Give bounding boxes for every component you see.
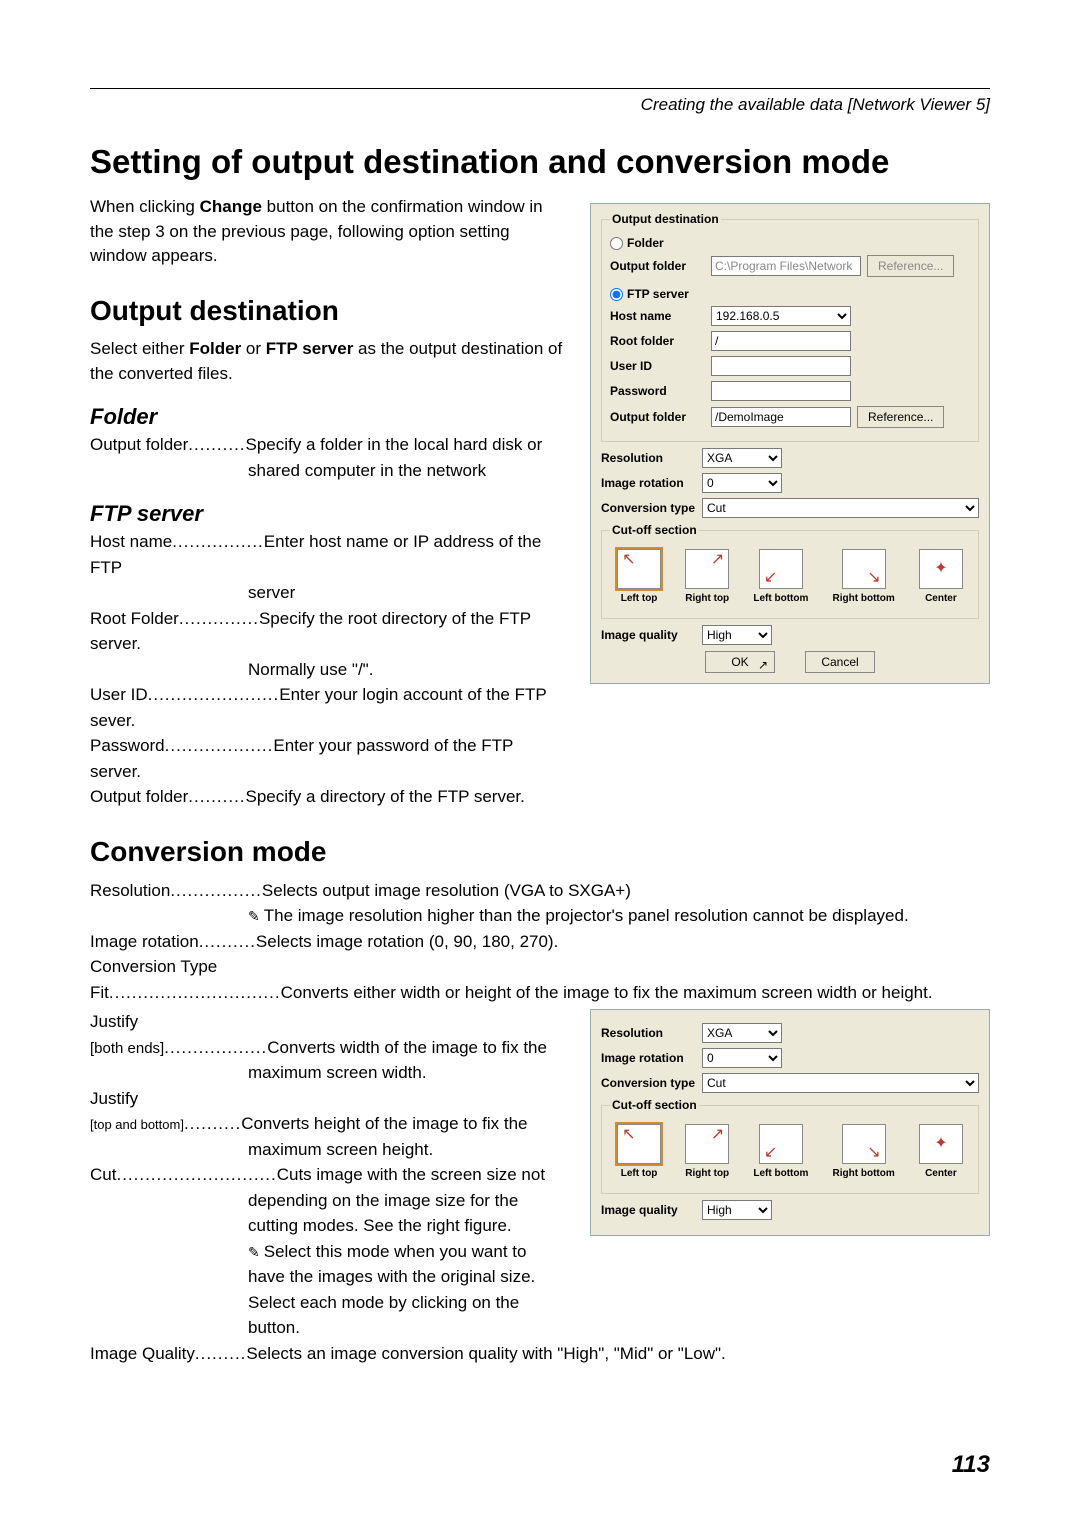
convtype-select[interactable]: Cut — [702, 498, 979, 518]
settings-dialog-partial: Resolution XGA Image rotation 0 Conversi… — [590, 1009, 990, 1236]
conversion-definitions-3: Image Quality.........Selects an image c… — [90, 1341, 990, 1367]
output-folder-field — [711, 256, 861, 276]
ok-button[interactable]: OK — [705, 651, 775, 673]
arrow-icon: ↗ — [711, 552, 724, 568]
label-output-folder: Output folder — [610, 259, 705, 273]
userid-field[interactable] — [711, 356, 851, 376]
label-userid: User ID — [610, 359, 705, 373]
arrow-icon: ✦ — [934, 561, 947, 577]
radio-folder[interactable]: Folder — [610, 236, 970, 250]
quality-select-2[interactable]: High — [702, 1200, 772, 1220]
resolution-select[interactable]: XGA — [702, 448, 782, 468]
cutoff-left-top-2[interactable]: ↖ Left top — [617, 1124, 661, 1179]
intro-paragraph: When clicking Change button on the confi… — [90, 195, 568, 269]
label-resolution-2: Resolution — [601, 1026, 696, 1040]
arrow-icon: ✦ — [934, 1136, 947, 1152]
rotation-select[interactable]: 0 — [702, 473, 782, 493]
arrow-icon: ↖ — [622, 1127, 635, 1143]
arrow-icon: ↙ — [764, 570, 777, 586]
label-quality: Image quality — [601, 628, 696, 642]
output-paragraph: Select either Folder or FTP server as th… — [90, 337, 568, 386]
h3-ftp: FTP server — [90, 501, 568, 527]
arrow-icon: ↙ — [764, 1145, 777, 1161]
quality-select[interactable]: High — [702, 625, 772, 645]
folder-definition: Output folder..........Specify a folder … — [90, 432, 568, 483]
label-root: Root folder — [610, 334, 705, 348]
cutoff-group: Cut-off section ↖ Left top ↗ Right top ↙… — [601, 523, 979, 619]
arrow-icon: ↘ — [867, 1145, 880, 1161]
cutoff-right-top-2[interactable]: ↗ Right top — [685, 1124, 729, 1179]
cutoff-legend-2: Cut-off section — [610, 1098, 699, 1112]
note-cut: Select this mode when you want to have t… — [90, 1239, 568, 1341]
label-rotation-2: Image rotation — [601, 1051, 696, 1065]
label-host: Host name — [610, 309, 705, 323]
output-folder2-field[interactable] — [711, 407, 851, 427]
cutoff-legend: Cut-off section — [610, 523, 699, 537]
host-name-field[interactable]: 192.168.0.5 — [711, 306, 851, 326]
arrow-icon: ↗ — [711, 1127, 724, 1143]
h3-folder: Folder — [90, 404, 568, 430]
page-header: Creating the available data [Network Vie… — [90, 95, 990, 115]
radio-ftp[interactable]: FTP server — [610, 287, 970, 301]
radio-ftp-input[interactable] — [610, 288, 623, 301]
root-folder-field[interactable] — [711, 331, 851, 351]
conversion-definitions: Resolution................Selects output… — [90, 878, 990, 1006]
reference-button-2[interactable]: Reference... — [857, 406, 944, 428]
cutoff-right-top[interactable]: ↗ Right top — [685, 549, 729, 604]
label-output-folder2: Output folder — [610, 410, 705, 424]
cancel-button[interactable]: Cancel — [805, 651, 875, 673]
reference-button-1: Reference... — [867, 255, 954, 277]
radio-folder-input[interactable] — [610, 237, 623, 250]
intro-pre: When clicking — [90, 197, 200, 216]
note-resolution: The image resolution higher than the pro… — [90, 903, 990, 929]
arrow-icon: ↖ — [622, 552, 635, 568]
top-rule — [90, 88, 990, 89]
page-number: 113 — [952, 1451, 990, 1479]
conversion-definitions-2: Justify [both ends]..................Con… — [90, 1009, 568, 1341]
h2-output-destination: Output destination — [90, 295, 568, 327]
cutoff-center-2[interactable]: ✦ Center — [919, 1124, 963, 1179]
arrow-icon: ↘ — [867, 570, 880, 586]
resolution-select-2[interactable]: XGA — [702, 1023, 782, 1043]
label-convtype: Conversion type — [601, 501, 696, 515]
label-rotation: Image rotation — [601, 476, 696, 490]
cutoff-left-bottom-2[interactable]: ↙ Left bottom — [753, 1124, 808, 1179]
output-destination-legend: Output destination — [610, 212, 721, 226]
convtype-select-2[interactable]: Cut — [702, 1073, 979, 1093]
h2-conversion-mode: Conversion mode — [90, 836, 990, 868]
label-quality-2: Image quality — [601, 1203, 696, 1217]
cutoff-right-bottom-2[interactable]: ↘ Right bottom — [833, 1124, 895, 1179]
password-field[interactable] — [711, 381, 851, 401]
cutoff-center[interactable]: ✦ Center — [919, 549, 963, 604]
cutoff-left-bottom[interactable]: ↙ Left bottom — [753, 549, 808, 604]
rotation-select-2[interactable]: 0 — [702, 1048, 782, 1068]
h1-title: Setting of output destination and conver… — [90, 143, 990, 181]
cutoff-left-top[interactable]: ↖ Left top — [617, 549, 661, 604]
cutoff-right-bottom[interactable]: ↘ Right bottom — [833, 549, 895, 604]
cutoff-group-2: Cut-off section ↖ Left top ↗ Right top ↙… — [601, 1098, 979, 1194]
label-resolution: Resolution — [601, 451, 696, 465]
intro-bold: Change — [200, 197, 262, 216]
ftp-definitions: Host name................Enter host name… — [90, 529, 568, 810]
settings-dialog: Output destination Folder Output folder … — [590, 203, 990, 684]
label-password: Password — [610, 384, 705, 398]
label-convtype-2: Conversion type — [601, 1076, 696, 1090]
output-destination-group: Output destination Folder Output folder … — [601, 212, 979, 442]
